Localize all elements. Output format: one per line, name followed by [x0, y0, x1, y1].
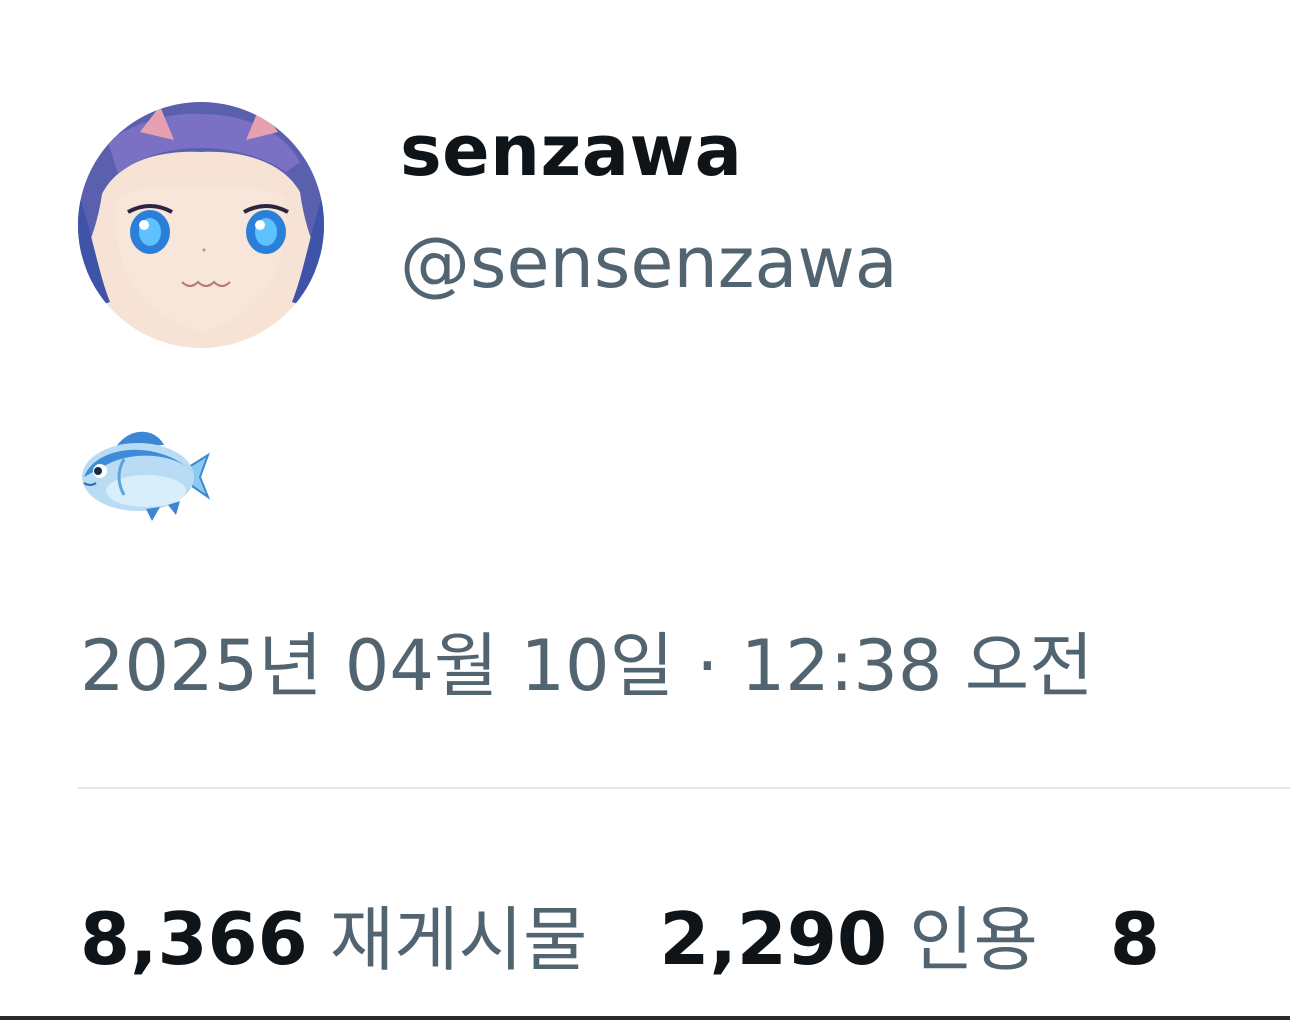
quotes-label: 인용	[909, 899, 1038, 981]
reposts-label: 재게시물	[329, 899, 588, 981]
likes-stat[interactable]: 8	[1110, 897, 1182, 981]
likes-count: 8	[1109, 897, 1161, 981]
quotes-stat[interactable]: 2,290 인용	[659, 884, 1038, 985]
author-handle[interactable]: @sensenzawa	[400, 222, 898, 304]
stats-divider	[78, 787, 1290, 789]
bottom-edge-bar	[0, 1016, 1290, 1020]
reposts-stat[interactable]: 8,366 재게시물	[80, 884, 587, 985]
tweet-timestamp[interactable]: 2025년 04월 10일 · 12:38 오전	[80, 610, 1094, 711]
engagement-stats: 8,366 재게시물 2,290 인용 8	[80, 884, 1254, 984]
author-avatar[interactable]	[78, 102, 324, 348]
reposts-count: 8,366	[80, 897, 308, 981]
author-display-name[interactable]: senzawa	[400, 110, 742, 192]
anime-girl-avatar-icon	[78, 102, 324, 348]
quotes-count: 2,290	[659, 897, 888, 981]
fish-emoji-icon	[76, 425, 212, 525]
